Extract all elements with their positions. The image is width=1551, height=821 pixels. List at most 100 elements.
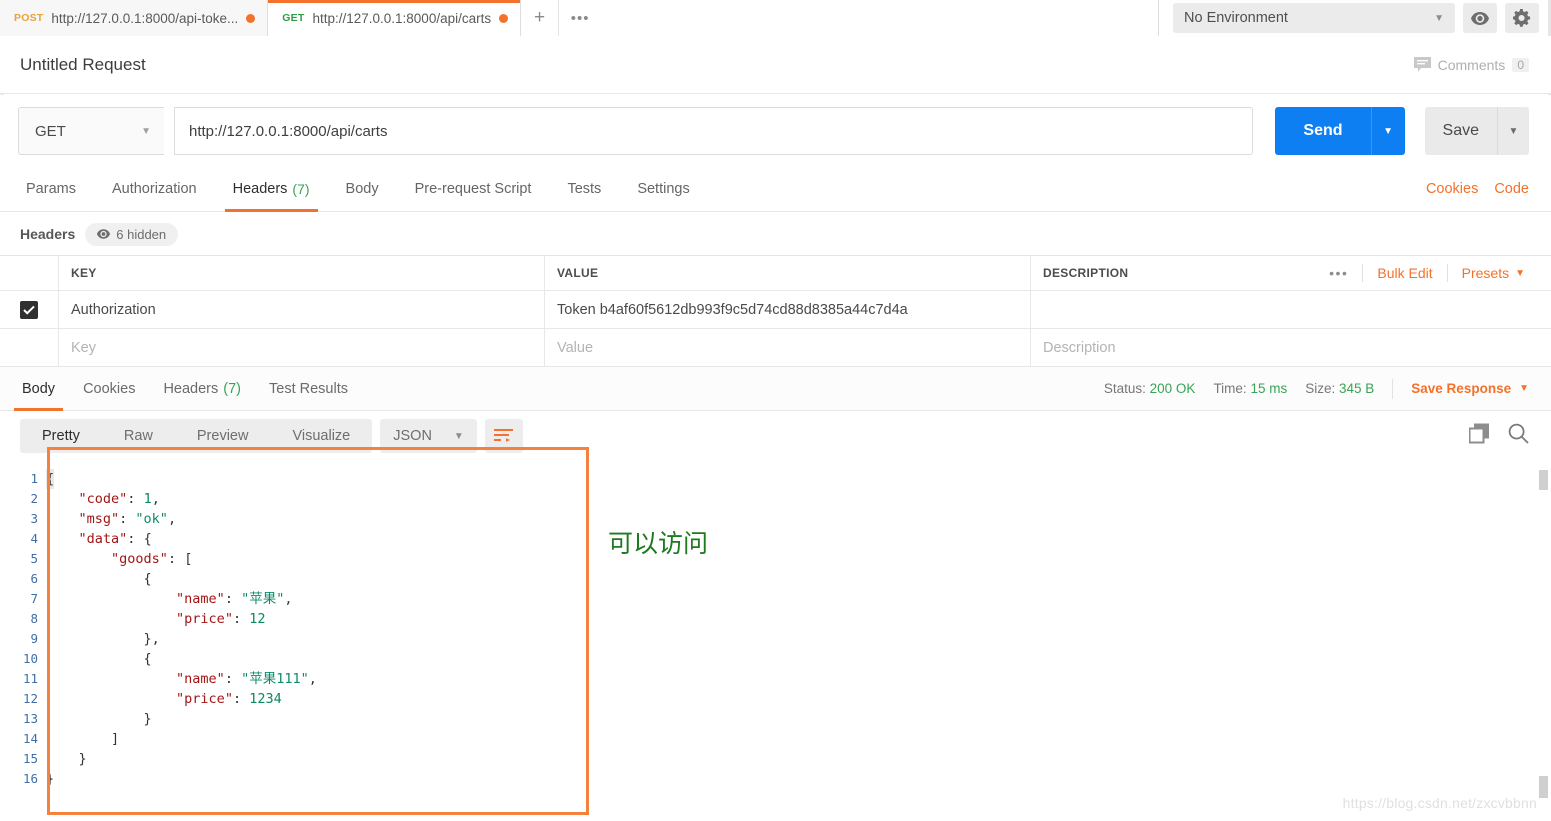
hidden-headers-toggle[interactable]: 6 hidden [85, 222, 179, 246]
new-tab-button[interactable]: + [521, 0, 560, 36]
chevron-down-icon: ▼ [1519, 383, 1529, 394]
chevron-down-icon: ▼ [1515, 267, 1525, 279]
request-tab-get[interactable]: GET http://127.0.0.1:8000/api/carts [268, 0, 522, 36]
bulk-edit-button[interactable]: Bulk Edit [1363, 265, 1446, 281]
column-header-description: DESCRIPTION [1043, 266, 1129, 280]
code-text: "name": "苹果111", [176, 671, 317, 687]
environment-selector[interactable]: No Environment ▼ [1173, 3, 1455, 33]
comments-button[interactable]: Comments 0 [1413, 57, 1529, 73]
tab-settings[interactable]: Settings [619, 167, 707, 211]
save-button[interactable]: Save [1424, 107, 1497, 155]
tab-count: (7) [292, 181, 310, 197]
response-tabs: Body Cookies Headers (7) Test Results St… [0, 367, 1551, 411]
search-button[interactable] [1508, 423, 1529, 449]
code-link[interactable]: Code [1494, 181, 1529, 197]
send-options-caret-icon[interactable]: ▼ [1370, 107, 1405, 155]
tab-headers[interactable]: Headers (7) [215, 167, 328, 212]
status-group: Status: 200 OK [1104, 381, 1196, 396]
table-more-options-icon[interactable]: ••• [1315, 265, 1362, 281]
scrollbar-thumb-bottom[interactable] [1539, 776, 1548, 798]
tab-label: Body [345, 181, 379, 197]
response-tab-headers[interactable]: Headers (7) [149, 367, 255, 410]
response-meta: Status: 200 OK Time: 15 ms Size: 345 B S… [1104, 367, 1529, 410]
tab-label: Headers [232, 181, 288, 197]
code-line: 7 "name": "苹果", [0, 589, 1551, 609]
new-header-description-input[interactable]: Description [1031, 329, 1551, 366]
save-button-group[interactable]: Save ▼ [1424, 107, 1529, 155]
unsaved-dot-icon[interactable] [499, 13, 509, 23]
save-options-caret-icon[interactable]: ▼ [1497, 107, 1529, 155]
line-number: 12 [22, 691, 38, 706]
request-tab-post[interactable]: POST http://127.0.0.1:8000/api-toke... [0, 0, 269, 36]
response-tab-body[interactable]: Body [8, 367, 69, 411]
response-body-viewer[interactable]: 1{2 "code": 1, 3 "msg": "ok", 4 "data": {5… [0, 461, 1551, 821]
tab-method-label: GET [282, 12, 305, 24]
settings-button[interactable] [1505, 3, 1539, 33]
presets-button[interactable]: Presets ▼ [1448, 265, 1539, 281]
time-group: Time: 15 ms [1213, 381, 1287, 396]
text-wrap-toggle[interactable] [484, 419, 523, 453]
cookies-link[interactable]: Cookies [1426, 181, 1478, 197]
scrollbar-thumb-top[interactable] [1539, 470, 1548, 490]
response-tab-test-results[interactable]: Test Results [255, 367, 362, 410]
environment-quick-look-button[interactable] [1463, 3, 1497, 33]
size-label: Size: [1305, 381, 1336, 396]
tab-authorization[interactable]: Authorization [94, 167, 215, 211]
copy-button[interactable] [1468, 423, 1490, 449]
header-description-cell[interactable] [1031, 291, 1551, 328]
code-text: "name": "苹果", [176, 591, 293, 607]
save-response-label: Save Response [1411, 381, 1512, 396]
send-button-group[interactable]: Send ▼ [1275, 107, 1405, 155]
table-header-row: KEY VALUE DESCRIPTION ••• Bulk Edit Pres… [0, 256, 1551, 291]
row-checkbox-cell [0, 329, 59, 366]
code-text: } [46, 751, 87, 767]
code-text: }, [46, 631, 160, 647]
view-raw-button[interactable]: Raw [102, 419, 175, 453]
code-text: } [46, 771, 55, 787]
unsaved-dot-icon[interactable] [246, 13, 256, 23]
tab-label: Settings [637, 181, 690, 197]
url-input[interactable]: http://127.0.0.1:8000/api/carts [174, 107, 1254, 155]
code-text: "code": 1, [78, 491, 160, 507]
page-title: Untitled Request [20, 54, 146, 74]
row-checkbox[interactable] [20, 300, 38, 319]
line-number: 4 [30, 531, 38, 546]
watermark: https://blog.csdn.net/zxcvbbnn [1342, 795, 1537, 811]
tab-method-label: POST [14, 12, 44, 24]
response-language-select[interactable]: JSON ▼ [380, 419, 477, 453]
code-text: "msg": "ok", [78, 511, 177, 527]
new-header-key-input[interactable]: Key [59, 329, 545, 366]
view-preview-button[interactable]: Preview [175, 419, 271, 453]
tab-label: Test Results [269, 380, 348, 397]
tab-overflow-button[interactable]: ••• [559, 0, 602, 36]
new-header-value-input[interactable]: Value [545, 329, 1031, 366]
header-value-cell[interactable]: Token b4af60f5612db993f9c5d74cd88d8385a4… [545, 291, 1031, 328]
headers-section-label: Headers [20, 226, 76, 242]
copy-icon [1468, 423, 1489, 444]
code-line: 14 ] [0, 729, 1551, 749]
size-value: 345 B [1339, 381, 1375, 396]
header-key-cell[interactable]: Authorization [59, 291, 545, 328]
select-all-cell [0, 256, 59, 290]
table-row-placeholder[interactable]: Key Value Description [0, 329, 1551, 367]
tab-params[interactable]: Params [18, 167, 94, 211]
code-line: 8 "price": 12 [0, 609, 1551, 629]
response-tab-cookies[interactable]: Cookies [69, 367, 149, 410]
hidden-headers-label: 6 hidden [116, 226, 167, 242]
response-scrollbar[interactable] [1537, 462, 1549, 820]
http-method-select[interactable]: GET ▼ [18, 107, 164, 155]
send-button[interactable]: Send [1275, 107, 1371, 155]
url-value: http://127.0.0.1:8000/api/carts [189, 122, 388, 140]
table-row[interactable]: Authorization Token b4af60f5612db993f9c5… [0, 291, 1551, 329]
save-response-button[interactable]: Save Response ▼ [1411, 381, 1529, 396]
tab-tests[interactable]: Tests [549, 167, 619, 211]
tab-body[interactable]: Body [328, 167, 397, 211]
chevron-down-icon: ▼ [453, 430, 464, 442]
view-visualize-button[interactable]: Visualize [270, 419, 372, 453]
view-pretty-button[interactable]: Pretty [20, 419, 102, 453]
tab-count: (7) [223, 380, 241, 397]
size-group: Size: 345 B [1305, 381, 1374, 396]
tab-pre-request-script[interactable]: Pre-request Script [397, 167, 550, 211]
presets-label: Presets [1461, 265, 1510, 281]
time-label: Time: [1213, 381, 1247, 396]
